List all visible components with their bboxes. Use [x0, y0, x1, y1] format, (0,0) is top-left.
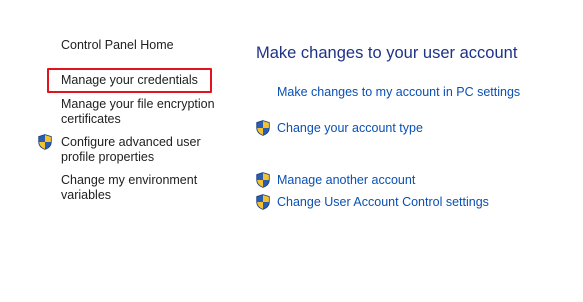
uac-shield-icon	[256, 172, 270, 188]
configure-advanced-profile-label-line1: Configure advanced user	[61, 135, 201, 149]
change-uac-settings-link[interactable]: Change User Account Control settings	[277, 195, 489, 210]
manage-credentials-label: Manage your credentials	[61, 73, 198, 87]
manage-file-encryption-label-line2: certificates	[61, 112, 121, 126]
configure-advanced-profile-link[interactable]: Configure advanced user profile properti…	[61, 135, 201, 165]
manage-credentials-link[interactable]: Manage your credentials	[47, 68, 212, 93]
uac-shield-icon	[38, 134, 52, 150]
manage-file-encryption-link[interactable]: Manage your file encryption certificates	[61, 97, 215, 127]
left-navigation-pane: Control Panel Home Manage your credentia…	[0, 0, 230, 302]
manage-file-encryption-label-line1: Manage your file encryption	[61, 97, 215, 111]
page-title: Make changes to your user account	[256, 44, 518, 62]
uac-shield-icon	[256, 194, 270, 210]
pc-settings-link[interactable]: Make changes to my account in PC setting…	[277, 85, 520, 100]
configure-advanced-profile-label-line2: profile properties	[61, 150, 155, 164]
main-content-pane: Make changes to your user account Make c…	[230, 0, 583, 302]
change-environment-variables-label-line2: variables	[61, 188, 112, 202]
manage-another-account-link[interactable]: Manage another account	[277, 173, 415, 188]
change-environment-variables-link[interactable]: Change my environment variables	[61, 173, 197, 203]
change-environment-variables-label-line1: Change my environment	[61, 173, 198, 187]
uac-shield-icon	[256, 120, 270, 136]
control-panel-home-link[interactable]: Control Panel Home	[61, 38, 174, 53]
change-account-type-link[interactable]: Change your account type	[277, 121, 423, 136]
